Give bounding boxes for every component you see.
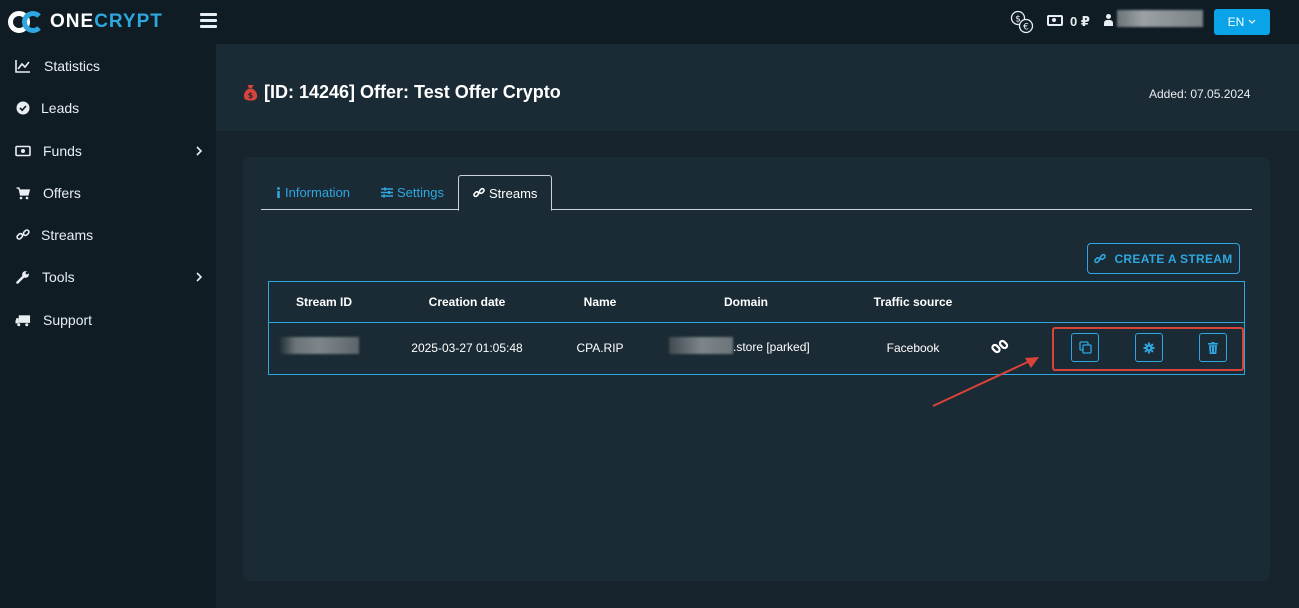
link-icon <box>473 187 485 198</box>
sidebar-item-label: Leads <box>41 100 80 116</box>
money-icon <box>15 143 31 159</box>
domain-redacted <box>669 337 733 354</box>
balance-cash-icon <box>1047 15 1063 26</box>
chart-line-icon <box>15 58 31 74</box>
sidebar-item-label: Funds <box>43 143 82 159</box>
user-icon <box>1104 14 1113 27</box>
sidebar-item-streams[interactable]: Streams <box>0 220 216 250</box>
sidebar-item-support[interactable]: Support <box>0 305 216 335</box>
chevron-right-icon <box>195 143 203 159</box>
sidebar-item-label: Support <box>43 312 93 328</box>
stream-link-icon[interactable] <box>991 338 1009 356</box>
username-redacted[interactable] <box>1117 10 1203 27</box>
currency-exchange-icon[interactable]: $ € <box>1010 10 1034 34</box>
balance-value: 0 ₽ <box>1070 14 1090 29</box>
chevron-down-icon <box>1248 19 1256 24</box>
column-header-creation-date: Creation date <box>428 295 506 309</box>
stream-id-redacted <box>279 337 359 354</box>
sidebar-item-statistics[interactable]: Statistics <box>0 51 216 81</box>
page-title-text: [ID: 14246] Offer: Test Offer Crypto <box>264 82 561 102</box>
info-icon <box>277 187 280 198</box>
delete-stream-button[interactable] <box>1199 333 1227 362</box>
column-header-stream-id: Stream ID <box>295 295 353 309</box>
sidebar-item-tools[interactable]: Tools <box>0 262 216 292</box>
trash-icon <box>1208 341 1218 354</box>
column-header-domain: Domain <box>723 295 769 309</box>
sliders-icon <box>381 187 393 198</box>
chevron-right-icon <box>195 269 203 285</box>
language-label: EN <box>1227 15 1245 29</box>
check-circle-icon <box>15 100 31 116</box>
column-header-traffic-source: Traffic source <box>873 295 953 309</box>
tab-information[interactable]: Information <box>276 175 350 210</box>
logo[interactable]: ONECRYPT <box>8 9 163 35</box>
copy-icon <box>1078 341 1092 354</box>
create-stream-label: CREATE A STREAM <box>1114 251 1233 266</box>
cart-icon <box>15 185 31 201</box>
column-header-name: Name <box>583 295 617 309</box>
sidebar-item-leads[interactable]: Leads <box>0 93 216 123</box>
tab-streams[interactable]: Streams <box>458 175 553 211</box>
language-select-button[interactable]: EN <box>1214 9 1270 35</box>
svg-text:€: € <box>1023 23 1029 33</box>
copy-stream-button[interactable] <box>1071 333 1099 362</box>
logo-mark-icon <box>8 9 48 35</box>
cell-domain: .store [parked] <box>733 340 810 354</box>
create-stream-button[interactable]: CREATE A STREAM <box>1087 243 1240 274</box>
logo-wordmark: ONECRYPT <box>50 11 163 32</box>
gear-icon <box>1143 342 1155 353</box>
sidebar-item-label: Statistics <box>44 58 101 74</box>
wrench-icon <box>15 269 31 285</box>
cell-name: CPA.RIP <box>576 341 624 355</box>
sidebar-item-label: Streams <box>41 227 94 243</box>
cell-traffic-source: Facebook <box>886 341 940 355</box>
page-title: $ [ID: 14246] Offer: Test Offer Crypto <box>243 82 561 103</box>
tab-label: Settings <box>397 185 444 200</box>
sidebar-item-offers[interactable]: Offers <box>0 178 216 208</box>
tab-label: Information <box>285 185 351 200</box>
top-bar: ONECRYPT $ € 0 ₽ EN <box>0 0 1299 44</box>
menu-toggle-icon[interactable] <box>200 13 217 28</box>
sidebar-item-funds[interactable]: Funds <box>0 136 216 166</box>
link-icon <box>1094 253 1107 263</box>
sidebar-item-label: Offers <box>43 185 81 201</box>
money-bag-icon: $ <box>243 84 258 101</box>
tab-settings[interactable]: Settings <box>381 175 444 210</box>
tab-label: Streams <box>489 185 538 201</box>
stream-settings-button[interactable] <box>1135 333 1163 362</box>
table-header: Stream ID Creation date Name Domain Traf… <box>269 282 1244 323</box>
sidebar-item-label: Tools <box>42 269 75 285</box>
link-icon <box>15 227 31 243</box>
added-date: Added: 07.05.2024 <box>1149 87 1251 101</box>
cell-creation-date: 2025-03-27 01:05:48 <box>411 341 523 355</box>
tab-bar: Information Settings Streams <box>261 175 1252 211</box>
svg-text:$: $ <box>248 91 254 100</box>
truck-icon <box>15 312 31 328</box>
